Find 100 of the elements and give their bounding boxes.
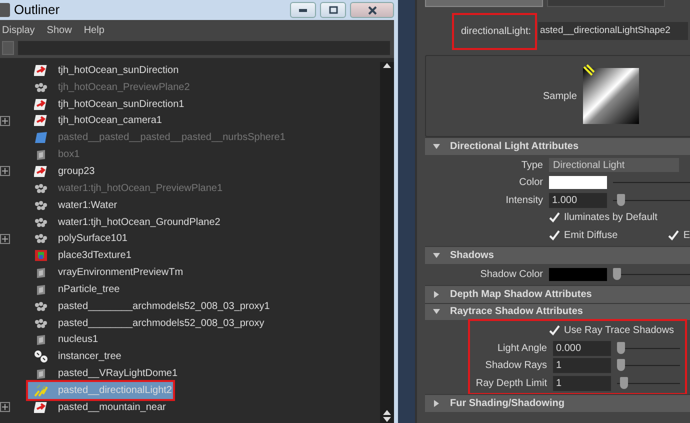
scroll-up-icon[interactable]: [383, 62, 391, 68]
value-field[interactable]: 1: [553, 358, 611, 374]
outliner-item-label: pasted__mountain_near: [58, 400, 166, 415]
node-type-label: directionalLight:: [454, 16, 534, 46]
expand-icon[interactable]: [1, 167, 9, 176]
transform-arrow-icon: [34, 98, 48, 111]
slider-thumb[interactable]: [617, 342, 625, 354]
node-name-field[interactable]: asted__directionalLightShape2: [538, 22, 688, 40]
expand-icon[interactable]: [1, 234, 9, 243]
color-swatch[interactable]: [549, 176, 607, 190]
mesh-dots-icon: [34, 316, 48, 330]
directional-light-icon: [34, 384, 48, 397]
outliner-item-label: vrayEnvironmentPreviewTm: [58, 266, 184, 280]
checkbox[interactable]: [668, 230, 680, 241]
collapse-arrow-icon[interactable]: [433, 142, 440, 150]
section-header[interactable]: Depth Map Shadow Attributes: [425, 285, 690, 302]
node-icon: [34, 367, 48, 380]
outliner-item-label: nucleus1: [58, 333, 98, 348]
outliner-row[interactable]: vrayEnvironmentPreviewTm: [0, 264, 380, 281]
outliner-row[interactable]: pasted__mountain_near: [0, 398, 380, 416]
mesh-dots-icon: [34, 198, 48, 212]
maximize-button[interactable]: [320, 2, 346, 18]
expand-icon[interactable]: [1, 116, 9, 125]
slider-thumb[interactable]: [617, 359, 625, 372]
outliner-row[interactable]: water1:tjh_hotOcean_GroundPlane2: [0, 214, 380, 230]
checkbox[interactable]: [549, 325, 560, 336]
outliner-row[interactable]: nucleus1: [0, 332, 380, 348]
window-title: Outliner: [14, 1, 61, 20]
outliner-row[interactable]: nParticle_tree: [0, 280, 380, 298]
menu-item[interactable]: Display: [2, 22, 35, 38]
outliner-row[interactable]: pasted________archmodels52_008_03_proxy: [0, 314, 380, 332]
slider-thumb[interactable]: [620, 376, 628, 389]
mesh-dots-icon: [34, 232, 48, 246]
checkbox[interactable]: [549, 230, 560, 241]
minimize-button[interactable]: [290, 2, 316, 18]
value-field[interactable]: 1.000: [549, 192, 607, 208]
node-icon: [34, 148, 48, 162]
instancer-icon: [34, 350, 48, 364]
light-icon: [582, 64, 595, 76]
mesh-dots-icon: [34, 300, 48, 313]
color-swatch[interactable]: [549, 268, 607, 281]
maximize-icon: [328, 6, 338, 14]
attribute-label: Ray Depth Limit: [474, 376, 547, 391]
filter-field[interactable]: [18, 41, 390, 55]
checkbox-label: E: [683, 228, 690, 243]
checkbox[interactable]: [549, 212, 560, 224]
section-header[interactable]: Shadows: [425, 246, 690, 264]
checkbox-label: Use Ray Trace Shadows: [564, 324, 674, 338]
attribute-label: Type: [520, 158, 543, 173]
outliner-row[interactable]: place3dTexture1: [0, 247, 380, 264]
expand-arrow-icon[interactable]: [433, 400, 440, 407]
outliner-row[interactable]: instancer_tree: [0, 348, 380, 366]
type-dropdown[interactable]: Directional Light: [549, 158, 679, 172]
transform-arrow-icon: [34, 114, 48, 128]
menu-item[interactable]: Help: [84, 22, 104, 38]
outliner-row[interactable]: group23: [0, 163, 380, 180]
outliner-row[interactable]: tjh_hotOcean_sunDirection1: [0, 96, 380, 113]
checkbox-label: Iluminates by Default: [564, 211, 658, 226]
section-header[interactable]: Raytrace Shadow Attributes: [425, 302, 690, 320]
scroll-up-icon[interactable]: [383, 408, 391, 414]
texture-cube-icon: [34, 249, 48, 262]
section-header[interactable]: Fur Shading/Shadowing: [425, 394, 690, 412]
expand-arrow-icon[interactable]: [433, 290, 440, 298]
outliner-row[interactable]: water1:Water: [0, 196, 380, 214]
value-field[interactable]: 1: [553, 376, 611, 391]
transform-arrow-icon: [34, 164, 48, 178]
node-icon: [34, 266, 48, 280]
attribute-label: Shadow Color: [479, 268, 543, 282]
mesh-dots-icon: [34, 216, 48, 229]
scroll-down-icon[interactable]: [383, 417, 391, 423]
outliner-item-label: pasted________archmodels52_008_03_proxy: [58, 316, 264, 331]
outliner-row[interactable]: pasted__VRayLightDome1: [0, 365, 380, 382]
outliner-item-label: polySurface101: [58, 232, 128, 246]
outliner-item-label: tjh_hotOcean_PreviewPlane2: [58, 80, 190, 95]
outliner-item-label: pasted__VRayLightDome1: [58, 367, 178, 382]
outliner-item-label: water1:Water: [58, 198, 118, 213]
menu-item[interactable]: Show: [46, 22, 72, 38]
outliner-item-label: box1: [58, 148, 80, 162]
mesh-dots-icon: [34, 182, 48, 195]
expand-icon[interactable]: [1, 403, 9, 412]
collapse-arrow-icon[interactable]: [433, 308, 440, 316]
outliner-row[interactable]: tjh_hotOcean_camera1: [0, 112, 380, 130]
minimize-icon: [299, 8, 307, 12]
slider-thumb[interactable]: [617, 194, 626, 206]
scrollbar[interactable]: [380, 62, 394, 423]
outliner-item-label: pasted________archmodels52_008_03_proxy1: [58, 300, 270, 314]
value-field[interactable]: 0.000: [553, 340, 611, 356]
outliner-row[interactable]: polySurface101: [0, 230, 380, 248]
outliner-row[interactable]: pasted________archmodels52_008_03_proxy1: [0, 298, 380, 315]
outliner-item-label: tjh_hotOcean_sunDirection: [58, 64, 179, 78]
close-icon: [368, 6, 376, 14]
attribute-label: Shadow Rays: [484, 359, 547, 374]
collapse-arrow-icon[interactable]: [433, 252, 440, 259]
outliner-item-label: nParticle_tree: [58, 282, 120, 297]
surface-icon: [34, 131, 48, 144]
outliner-item-label: tjh_hotOcean_sunDirection1: [58, 98, 184, 112]
slider-thumb[interactable]: [613, 268, 621, 280]
outliner-row[interactable]: tjh_hotOcean_sunDirection: [0, 62, 380, 79]
section-header[interactable]: Directional Light Attributes: [425, 137, 690, 154]
close-button[interactable]: [350, 2, 394, 18]
